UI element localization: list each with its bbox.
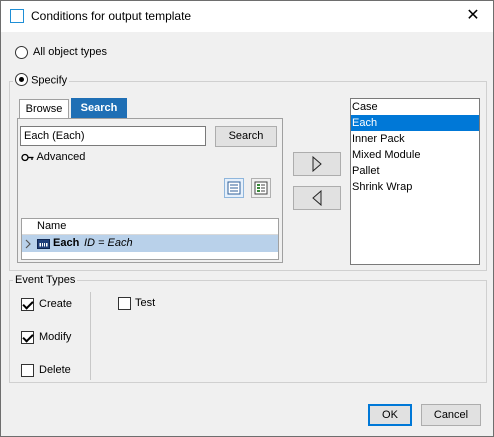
modify-label: Modify [39, 331, 72, 343]
results-header: Name [22, 219, 278, 235]
list-item[interactable]: Pallet [351, 163, 479, 179]
arrow-right-icon [312, 155, 322, 173]
grid-view-icon[interactable] [251, 178, 271, 198]
test-label: Test [135, 297, 156, 309]
all-object-types-label: All object types [33, 46, 107, 58]
advanced-toggle[interactable]: Advanced [21, 151, 85, 163]
window-title: Conditions for output template [31, 9, 192, 23]
object-type-icon [37, 239, 50, 249]
window-icon [10, 9, 24, 23]
details-list-icon [227, 181, 241, 195]
title-bar: Conditions for output template ✕ [1, 1, 493, 32]
tab-browse[interactable]: Browse [19, 99, 69, 119]
row-detail: ID = Each [84, 237, 133, 249]
event-types-caption: Event Types [13, 274, 78, 286]
tab-search[interactable]: Search [71, 98, 127, 119]
search-input[interactable]: Each (Each) [20, 126, 206, 146]
search-button[interactable]: Search [215, 126, 277, 147]
remove-button[interactable] [293, 186, 341, 210]
ok-button[interactable]: OK [368, 404, 412, 426]
table-row[interactable]: Each ID = Each [22, 235, 278, 252]
column-name-header[interactable]: Name [37, 220, 66, 232]
arrow-left-icon [312, 189, 322, 207]
properties-grid-icon [254, 181, 268, 195]
specify-radio[interactable] [15, 73, 28, 86]
specify-label: Specify [31, 74, 68, 87]
search-tab-panel: Each (Each) Search Advanced Name Each ID… [17, 118, 283, 263]
event-types-group [9, 280, 487, 383]
close-button[interactable]: ✕ [459, 5, 487, 27]
test-checkbox[interactable] [118, 297, 131, 310]
list-view-icon[interactable] [224, 178, 244, 198]
list-item[interactable]: Each [351, 115, 479, 131]
create-label: Create [39, 298, 73, 310]
add-button[interactable] [293, 152, 341, 176]
results-tree: Name Each ID = Each [21, 218, 279, 260]
event-divider [90, 292, 91, 380]
conditions-dialog: Conditions for output template ✕ All obj… [0, 0, 494, 437]
all-object-types-radio[interactable] [15, 46, 28, 59]
delete-label: Delete [39, 364, 71, 376]
chevron-right-icon[interactable] [25, 239, 32, 249]
specify-caption: Specify [13, 73, 70, 87]
advanced-label: Advanced [36, 151, 86, 163]
modify-checkbox[interactable] [21, 331, 34, 344]
object-types-list[interactable]: Case Each Inner Pack Mixed Module Pallet… [350, 98, 480, 265]
list-item[interactable]: Case [351, 99, 479, 115]
list-item[interactable]: Shrink Wrap [351, 179, 479, 195]
list-item[interactable]: Mixed Module [351, 147, 479, 163]
cancel-button[interactable]: Cancel [421, 404, 481, 426]
delete-checkbox[interactable] [21, 364, 34, 377]
list-item[interactable]: Inner Pack [351, 131, 479, 147]
key-icon [21, 153, 34, 161]
row-name: Each [53, 237, 80, 249]
create-checkbox[interactable] [21, 298, 34, 311]
